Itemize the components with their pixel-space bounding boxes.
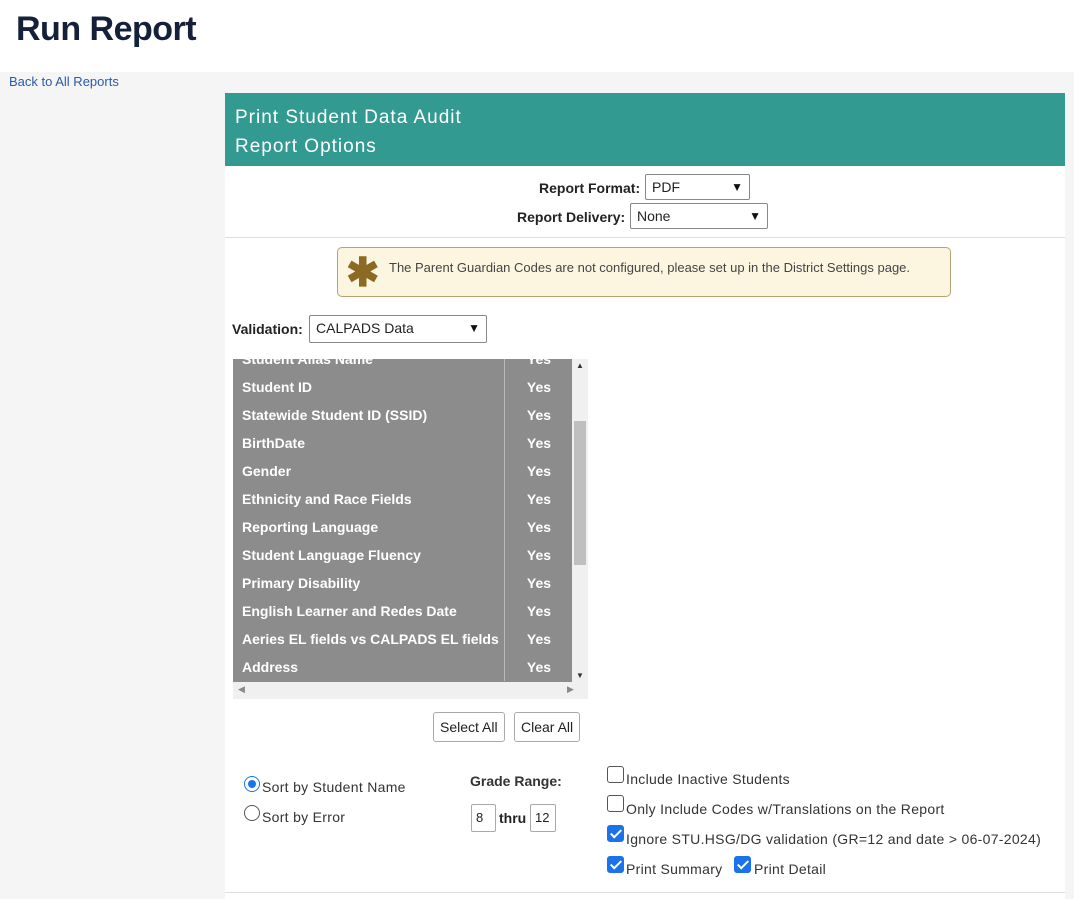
page-title: Run Report <box>16 10 197 48</box>
validation-name: Student Alias Name <box>242 359 373 367</box>
validation-enabled: Yes <box>504 457 572 485</box>
scroll-right-icon[interactable]: ▶ <box>567 684 574 695</box>
grade-from-input[interactable]: 8 <box>471 804 496 832</box>
validation-enabled: Yes <box>504 625 572 653</box>
validation-name: Reporting Language <box>242 519 379 535</box>
validation-value: CALPADS Data <box>316 320 414 336</box>
sort-by-name-label[interactable]: Sort by Student Name <box>262 779 406 795</box>
list-item[interactable]: English Learner and Redes Date Yes <box>233 597 572 625</box>
report-format-label: Report Format: <box>539 180 641 196</box>
report-name: Print Student Data Audit <box>235 107 462 128</box>
validation-enabled: Yes <box>504 597 572 625</box>
validation-enabled: Yes <box>504 569 572 597</box>
list-item[interactable]: Reporting Language Yes <box>233 513 572 541</box>
print-summary-label[interactable]: Print Summary <box>626 861 722 877</box>
ignore-hsg-checkbox[interactable] <box>607 825 624 842</box>
list-item[interactable]: Primary Disability Yes <box>233 569 572 597</box>
list-item[interactable]: Gender Yes <box>233 457 572 485</box>
panel-header: Print Student Data Audit Report Options <box>225 93 1065 166</box>
validation-select[interactable]: CALPADS Data ▼ <box>309 315 487 343</box>
validation-name: Student ID <box>242 379 312 395</box>
scroll-left-icon[interactable]: ◀ <box>238 684 245 695</box>
validation-list[interactable]: Student Alias Name Yes Student ID Yes Statew… <box>233 359 588 699</box>
report-delivery-select[interactable]: None ▼ <box>630 203 768 229</box>
validation-enabled: Yes <box>504 373 572 401</box>
scroll-up-icon[interactable]: ▲ <box>576 361 584 370</box>
validation-label: Validation: <box>232 321 303 337</box>
validation-name: Aeries EL fields vs CALPADS EL fields <box>242 631 499 647</box>
warning-alert: ✱ The Parent Guardian Codes are not conf… <box>337 247 951 297</box>
report-options-panel: Print Student Data Audit Report Options … <box>225 93 1065 899</box>
vertical-scrollbar[interactable]: ▲ ▼ <box>572 359 588 682</box>
grade-range-label: Grade Range: <box>470 773 562 789</box>
list-item[interactable]: Student ID Yes <box>233 373 572 401</box>
chevron-down-icon: ▼ <box>731 180 743 194</box>
report-format-value: PDF <box>652 179 680 195</box>
print-detail-checkbox[interactable] <box>734 856 751 873</box>
validation-name: Gender <box>242 463 292 479</box>
ignore-hsg-label[interactable]: Ignore STU.HSG/DG validation (GR=12 and … <box>626 831 1041 847</box>
validation-rows: Student Alias Name Yes Student ID Yes Statew… <box>233 359 572 682</box>
sort-by-error-radio[interactable] <box>244 805 260 821</box>
validation-name: Primary Disability <box>242 575 361 591</box>
chevron-down-icon: ▼ <box>749 209 761 223</box>
sort-by-error-label[interactable]: Sort by Error <box>262 809 345 825</box>
validation-name: BirthDate <box>242 435 306 451</box>
report-format-row: Report Format: PDF ▼ <box>225 174 1065 204</box>
report-delivery-label: Report Delivery: <box>517 209 626 225</box>
select-all-button[interactable]: Select All <box>433 712 505 742</box>
list-item[interactable]: Ethnicity and Race Fields Yes <box>233 485 572 513</box>
validation-enabled: Yes <box>504 653 572 681</box>
thru-label: thru <box>499 810 527 826</box>
validation-enabled: Yes <box>504 513 572 541</box>
divider <box>225 237 1065 238</box>
alert-message: The Parent Guardian Codes are not config… <box>389 260 911 275</box>
report-options-title: Report Options <box>235 136 377 157</box>
validation-name: Ethnicity and Race Fields <box>242 491 412 507</box>
print-summary-checkbox[interactable] <box>607 856 624 873</box>
list-item[interactable]: Student Alias Name Yes <box>233 359 572 373</box>
validation-enabled: Yes <box>504 485 572 513</box>
validation-name: Student Language Fluency <box>242 547 421 563</box>
report-delivery-value: None <box>637 208 671 224</box>
report-delivery-row: Report Delivery: None ▼ <box>225 203 1065 233</box>
list-item[interactable]: Student Language Fluency Yes <box>233 541 572 569</box>
validation-enabled: Yes <box>504 401 572 429</box>
asterisk-icon: ✱ <box>346 251 380 295</box>
validation-enabled: Yes <box>504 359 572 373</box>
validation-name: Address <box>242 659 299 675</box>
top-bar: Run Report <box>0 0 1074 72</box>
print-detail-label[interactable]: Print Detail <box>754 861 826 877</box>
report-format-select[interactable]: PDF ▼ <box>645 174 750 200</box>
clear-all-button[interactable]: Clear All <box>514 712 581 742</box>
only-translations-checkbox[interactable] <box>607 795 624 812</box>
divider <box>225 892 1065 893</box>
sort-by-name-radio[interactable] <box>244 776 260 792</box>
list-item[interactable]: BirthDate Yes <box>233 429 572 457</box>
back-to-all-reports-link[interactable]: Back to All Reports <box>9 74 119 89</box>
chevron-down-icon: ▼ <box>468 321 480 335</box>
validation-enabled: Yes <box>504 429 572 457</box>
grade-to-input[interactable]: 12 <box>530 804 556 832</box>
scroll-down-icon[interactable]: ▼ <box>576 671 584 680</box>
include-inactive-checkbox[interactable] <box>607 766 624 783</box>
list-item[interactable]: Statewide Student ID (SSID) Yes <box>233 401 572 429</box>
list-item[interactable]: Address Yes <box>233 653 572 681</box>
only-translations-label[interactable]: Only Include Codes w/Translations on the… <box>626 801 945 817</box>
include-inactive-label[interactable]: Include Inactive Students <box>626 771 790 787</box>
validation-name: English Learner and Redes Date <box>242 603 457 619</box>
validation-name: Statewide Student ID (SSID) <box>242 407 428 423</box>
horizontal-scrollbar[interactable]: ◀ ▶ <box>233 682 588 699</box>
validation-enabled: Yes <box>504 541 572 569</box>
list-item[interactable]: Aeries EL fields vs CALPADS EL fields Yes <box>233 625 572 653</box>
scrollbar-thumb[interactable] <box>574 421 586 565</box>
